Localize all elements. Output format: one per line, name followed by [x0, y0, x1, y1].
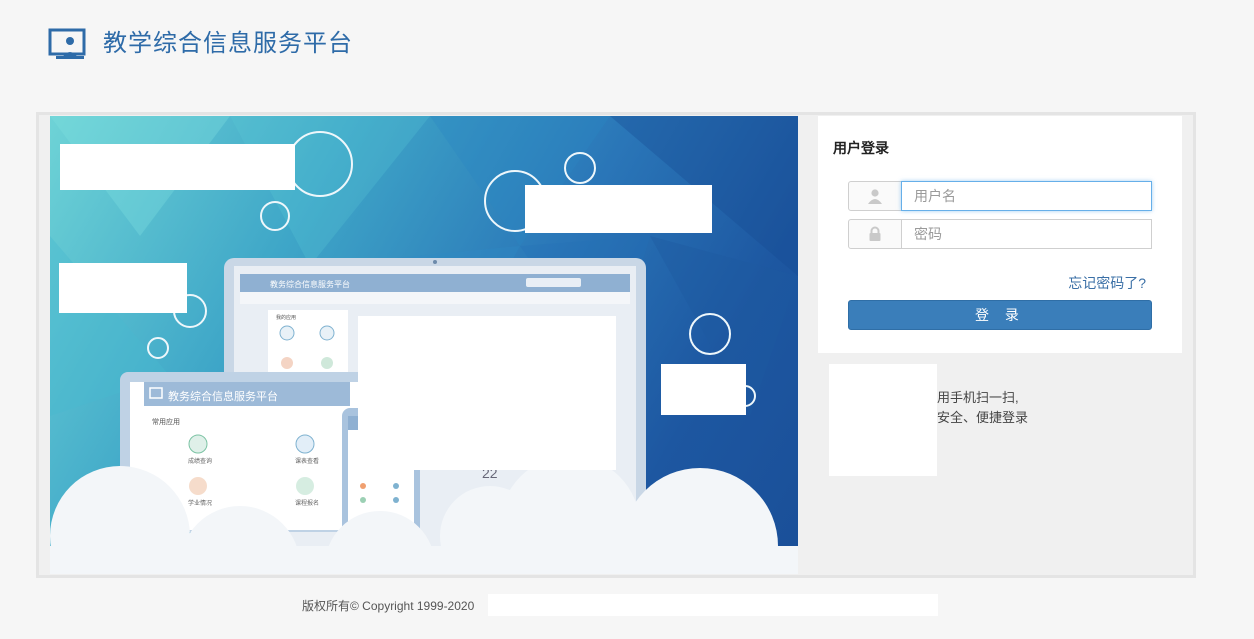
redacted-block — [661, 364, 746, 415]
qr-hint: 用手机扫一扫, 安全、便捷登录 — [937, 388, 1028, 428]
laptop-title: 教务综合信息服务平台 — [270, 279, 350, 289]
redacted-block — [525, 185, 712, 233]
username-input[interactable] — [901, 181, 1152, 211]
user-icon — [848, 181, 902, 211]
copyright-text: 版权所有© Copyright 1999-2020 — [302, 599, 475, 613]
password-field-group — [848, 219, 1152, 249]
redacted-block — [358, 316, 616, 470]
presentation-board-icon — [48, 28, 88, 62]
svg-text:课表查看: 课表查看 — [295, 457, 319, 465]
redacted-block — [488, 594, 938, 616]
redacted-block — [60, 144, 295, 190]
svg-text:成绩查询: 成绩查询 — [188, 457, 212, 465]
redacted-block — [59, 263, 187, 313]
svg-text:学业情况: 学业情况 — [188, 499, 212, 507]
tablet-title: 教务综合信息服务平台 — [168, 389, 278, 403]
qr-code — [829, 364, 937, 476]
username-field-group — [848, 181, 1152, 211]
svg-text:课程报名: 课程报名 — [295, 499, 319, 507]
svg-text:我的应用: 我的应用 — [276, 314, 296, 321]
login-button[interactable]: 登 录 — [848, 300, 1152, 330]
qr-hint-line2: 安全、便捷登录 — [937, 410, 1029, 425]
svg-text:常用应用: 常用应用 — [152, 417, 180, 426]
banner-illustration: 教务综合信息服务平台 我的应用 22 教务综合信息服务平台 常用应用 成绩查询 … — [50, 116, 798, 574]
login-card: 用户登录 忘记密码了? 登 录 — [818, 116, 1182, 353]
password-input[interactable] — [901, 219, 1152, 249]
forgot-password-link[interactable]: 忘记密码了? — [1068, 273, 1146, 293]
lock-icon — [848, 219, 902, 249]
site-title: 教学综合信息服务平台 — [103, 30, 353, 57]
login-title: 用户登录 — [833, 140, 889, 156]
qr-hint-line1: 用手机扫一扫, — [937, 390, 1019, 405]
